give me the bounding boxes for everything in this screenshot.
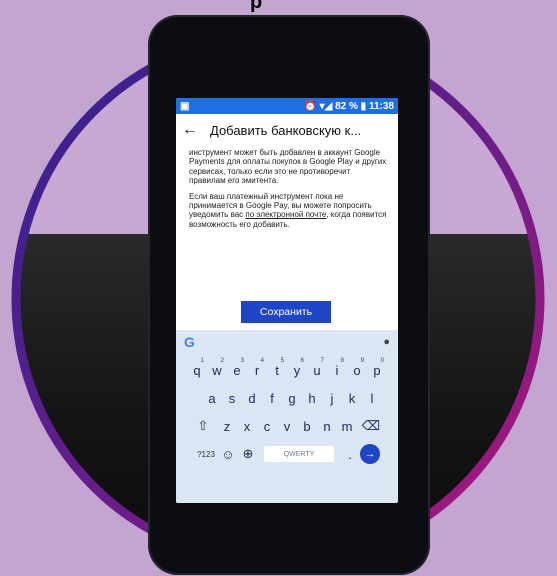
key-b[interactable]: b — [297, 414, 317, 438]
back-arrow-icon[interactable]: ← — [182, 121, 210, 139]
key-hint-2: 2 — [220, 358, 224, 364]
key-i[interactable]: i8 — [327, 358, 347, 382]
key-x[interactable]: x — [237, 414, 257, 438]
key-a[interactable]: a — [202, 386, 222, 410]
paragraph-2: Если ваш платежный инструмент пока не пр… — [189, 192, 388, 230]
key-w[interactable]: w2 — [207, 358, 227, 382]
key-u[interactable]: u7 — [307, 358, 327, 382]
email-link[interactable]: по электронной почте — [245, 210, 326, 219]
globe-icon[interactable]: ⊕ — [238, 442, 258, 466]
key-g[interactable]: g — [282, 386, 302, 410]
key-z[interactable]: z — [217, 414, 237, 438]
key-n[interactable]: n — [317, 414, 337, 438]
keyboard-row-1: q1w2e3r4t5y6u7i8o9p0 — [176, 358, 398, 382]
key-h[interactable]: h — [302, 386, 322, 410]
key-hint-3: 3 — [240, 358, 244, 364]
shift-key[interactable]: ⇧ — [189, 414, 217, 438]
keyboard-row-2: asdfghjkl — [176, 386, 398, 410]
backspace-key[interactable]: ⌫ — [357, 414, 385, 438]
key-v[interactable]: v — [277, 414, 297, 438]
key-hint-7: 7 — [320, 358, 324, 364]
keyboard: G ● q1w2e3r4t5y6u7i8o9p0 asdfghjkl ⇧ z x c v… — [176, 330, 398, 503]
symbols-key[interactable]: ?123 — [194, 442, 218, 466]
emoji-key[interactable]: ☺ — [218, 442, 238, 466]
info-text: инструмент может быть добавлен в аккаунт… — [176, 146, 398, 229]
key-f[interactable]: f — [262, 386, 282, 410]
key-k[interactable]: k — [342, 386, 362, 410]
save-button[interactable]: Сохранить — [241, 301, 331, 323]
status-right: ⏰ ▾◢ 82 % ▮ 11:38 — [304, 100, 394, 112]
key-c[interactable]: c — [257, 414, 277, 438]
key-r[interactable]: r4 — [247, 358, 267, 382]
page-title: Добавить банковскую к... — [210, 122, 362, 138]
key-hint-6: 6 — [300, 358, 304, 364]
notification-icon: ▣ — [180, 100, 190, 112]
key-j[interactable]: j — [322, 386, 342, 410]
key-q[interactable]: q1 — [187, 358, 207, 382]
key-e[interactable]: e3 — [227, 358, 247, 382]
key-hint-8: 8 — [340, 358, 344, 364]
key-y[interactable]: y6 — [287, 358, 307, 382]
key-t[interactable]: t5 — [267, 358, 287, 382]
key-m[interactable]: m — [337, 414, 357, 438]
space-key[interactable]: QWERTY — [264, 446, 334, 462]
key-hint-9: 9 — [360, 358, 364, 364]
key-p[interactable]: p0 — [367, 358, 387, 382]
key-l[interactable]: l — [362, 386, 382, 410]
enter-key[interactable]: → — [360, 444, 380, 464]
google-icon[interactable]: G — [184, 334, 195, 350]
key-hint-4: 4 — [260, 358, 264, 364]
key-hint-5: 5 — [280, 358, 284, 364]
status-bar: ▣ ⏰ ▾◢ 82 % ▮ 11:38 — [176, 98, 398, 114]
key-o[interactable]: o9 — [347, 358, 367, 382]
period-key[interactable]: . — [340, 442, 360, 466]
key-hint-0: 0 — [380, 358, 384, 364]
paragraph-1: инструмент может быть добавлен в аккаунт… — [189, 148, 387, 186]
header-text: р — [250, 0, 263, 13]
app-bar: ← Добавить банковскую к... — [176, 114, 398, 146]
key-hint-1: 1 — [200, 358, 204, 364]
key-s[interactable]: s — [222, 386, 242, 410]
keyboard-row-3: ⇧ z x c v b n m ⌫ — [176, 414, 398, 438]
keyboard-row-4: ?123 ☺ ⊕ QWERTY . → — [176, 442, 398, 466]
phone-screen: ▣ ⏰ ▾◢ 82 % ▮ 11:38 ← Добавить банковску… — [176, 98, 398, 503]
key-d[interactable]: d — [242, 386, 262, 410]
keyboard-toolbar: G ● — [176, 330, 398, 354]
mic-icon[interactable]: ● — [383, 336, 390, 348]
